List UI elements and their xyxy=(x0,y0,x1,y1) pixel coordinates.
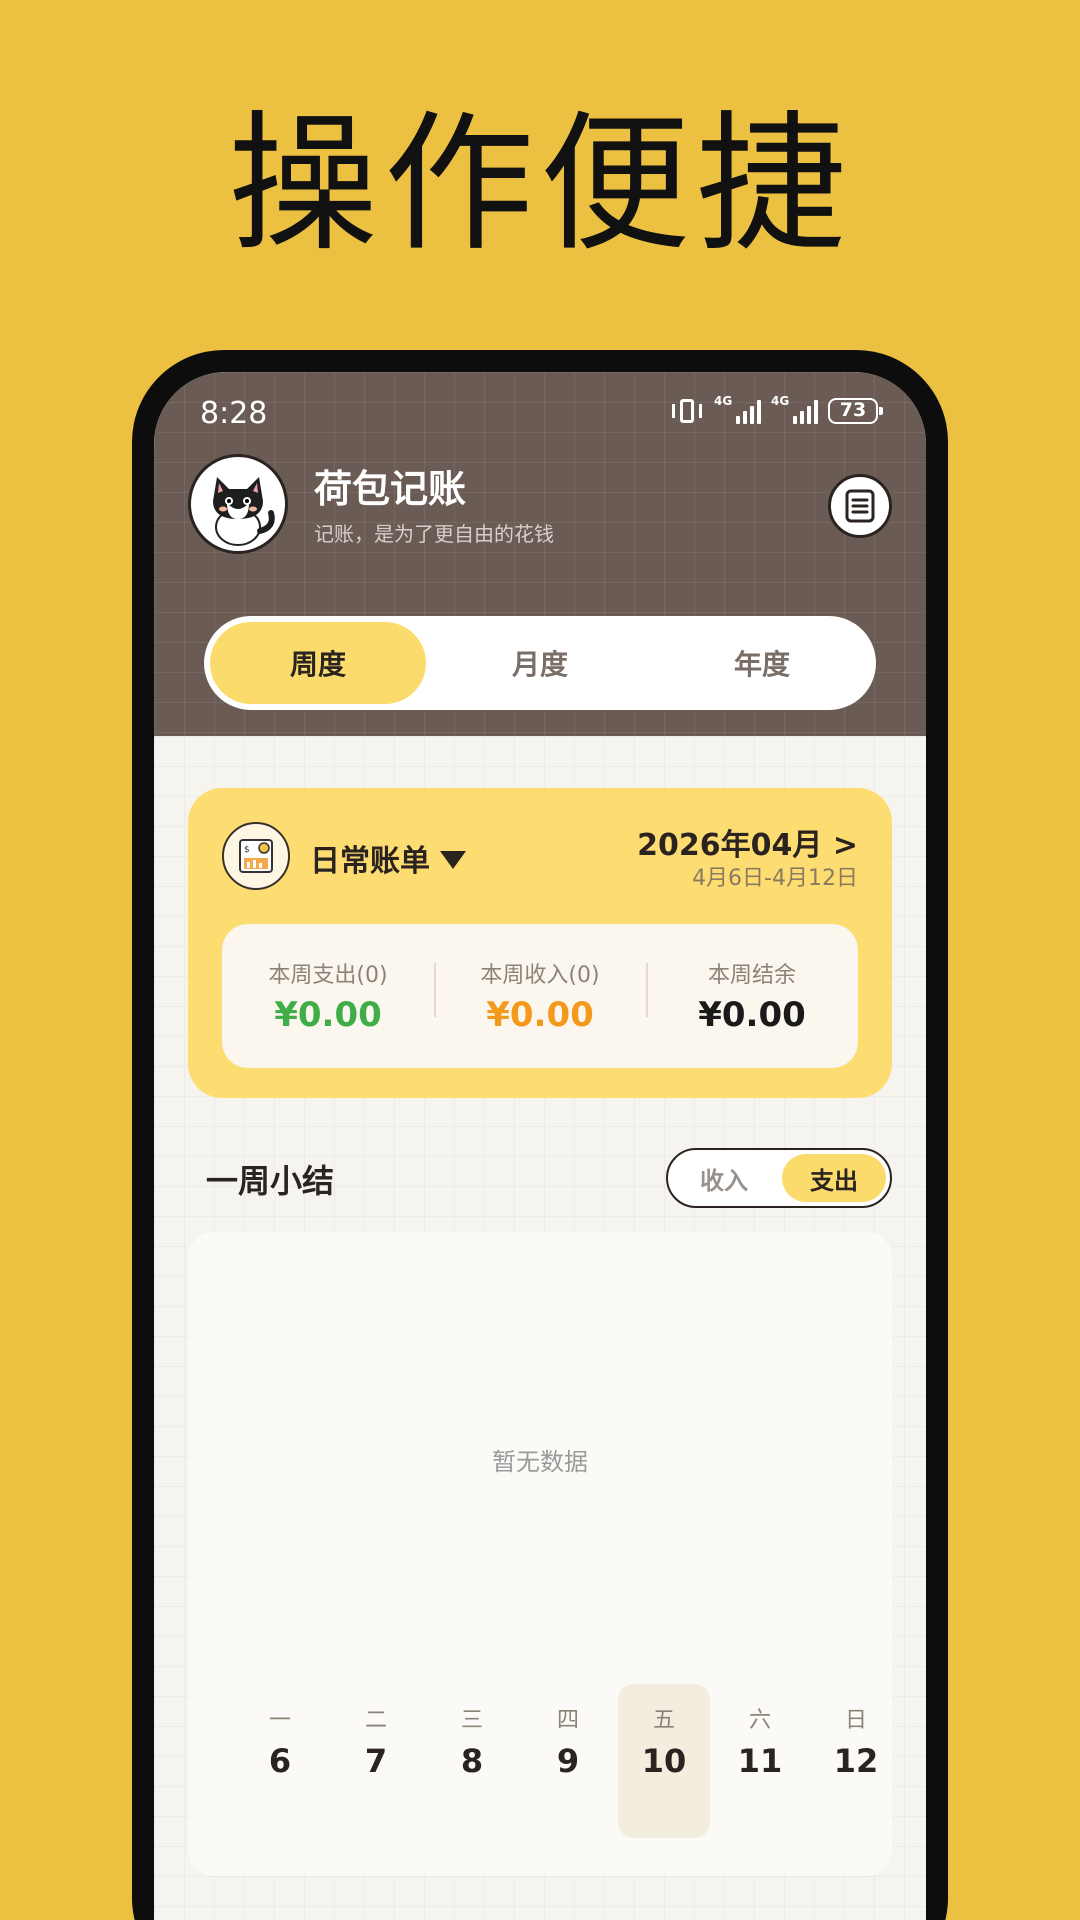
day-item-selected[interactable]: 五 10 xyxy=(618,1684,710,1838)
income-expense-toggle: 收入 支出 xyxy=(666,1148,892,1208)
tab-yearly[interactable]: 年度 xyxy=(654,622,870,704)
summary-title: 一周小结 xyxy=(206,1162,335,1200)
status-time: 8:28 xyxy=(200,396,268,431)
phone-screen: 8:28 4G 4G 73 荷包记账 记账，是为了更自由的花钱 周度 月度 年度… xyxy=(154,372,926,1920)
day-item[interactable]: 日 12 xyxy=(810,1684,902,1838)
toggle-income[interactable]: 收入 xyxy=(672,1154,776,1202)
signal-icon-2: 4G xyxy=(771,394,818,424)
ledger-icon: $ xyxy=(222,822,290,890)
caret-down-icon xyxy=(440,851,466,869)
vibrate-icon xyxy=(670,398,704,424)
weekly-chart-card: 暂无数据 一6 二7 三8 四9 五 10 六 11 日 12 xyxy=(188,1232,892,1876)
battery-icon: 73 xyxy=(828,398,883,424)
day-item[interactable]: 一6 xyxy=(234,1684,326,1838)
stat-expense-value: ¥0.00 xyxy=(274,995,382,1035)
tab-monthly[interactable]: 月度 xyxy=(432,622,648,704)
day-item[interactable]: 六 11 xyxy=(714,1684,806,1838)
header: 8:28 4G 4G 73 荷包记账 记账，是为了更自由的花钱 周度 月度 年度 xyxy=(154,372,926,736)
status-icons: 4G 4G 73 xyxy=(670,394,883,424)
day-item[interactable]: 三8 xyxy=(426,1684,518,1838)
toggle-expense[interactable]: 支出 xyxy=(782,1154,886,1202)
date-range: 4月6日-4月12日 xyxy=(692,866,858,891)
avatar[interactable] xyxy=(188,454,288,554)
stat-income: 本周收入(0) ¥0.00 xyxy=(434,957,646,1035)
weekly-stats: 本周支出(0) ¥0.00 本周收入(0) ¥0.00 本周结余 ¥0.00 xyxy=(222,924,858,1068)
day-item[interactable]: 四9 xyxy=(522,1684,614,1838)
empty-state: 暂无数据 xyxy=(492,1448,588,1476)
stat-expense: 本周支出(0) ¥0.00 xyxy=(222,957,434,1035)
bill-name: 日常账单 xyxy=(310,844,430,879)
day-selector: 一6 二7 三8 四9 五 10 六 11 日 12 xyxy=(234,1684,906,1838)
period-segment: 周度 月度 年度 xyxy=(204,616,876,710)
stat-income-value: ¥0.00 xyxy=(486,995,594,1035)
month-selector[interactable]: 2026年04月 > xyxy=(637,820,858,864)
day-item[interactable]: 二7 xyxy=(330,1684,422,1838)
cat-icon xyxy=(213,477,275,546)
bill-card: $ 日常账单 2026年04月 > 4月6日-4月12日 本周支出(0) ¥0.… xyxy=(188,788,892,1098)
bill-list-button[interactable] xyxy=(828,474,892,538)
receipt-icon xyxy=(845,489,875,523)
tab-weekly[interactable]: 周度 xyxy=(210,622,426,704)
stat-balance: 本周结余 ¥0.00 xyxy=(646,957,858,1035)
signal-icon: 4G xyxy=(714,394,761,424)
app-title: 荷包记账 xyxy=(314,467,467,511)
banner-title: 操作便捷 xyxy=(227,98,852,272)
app-subtitle: 记账，是为了更自由的花钱 xyxy=(314,522,554,546)
svg-text:$: $ xyxy=(244,845,250,855)
bill-selector[interactable]: 日常账单 xyxy=(310,836,466,880)
stat-balance-value: ¥0.00 xyxy=(698,995,806,1035)
